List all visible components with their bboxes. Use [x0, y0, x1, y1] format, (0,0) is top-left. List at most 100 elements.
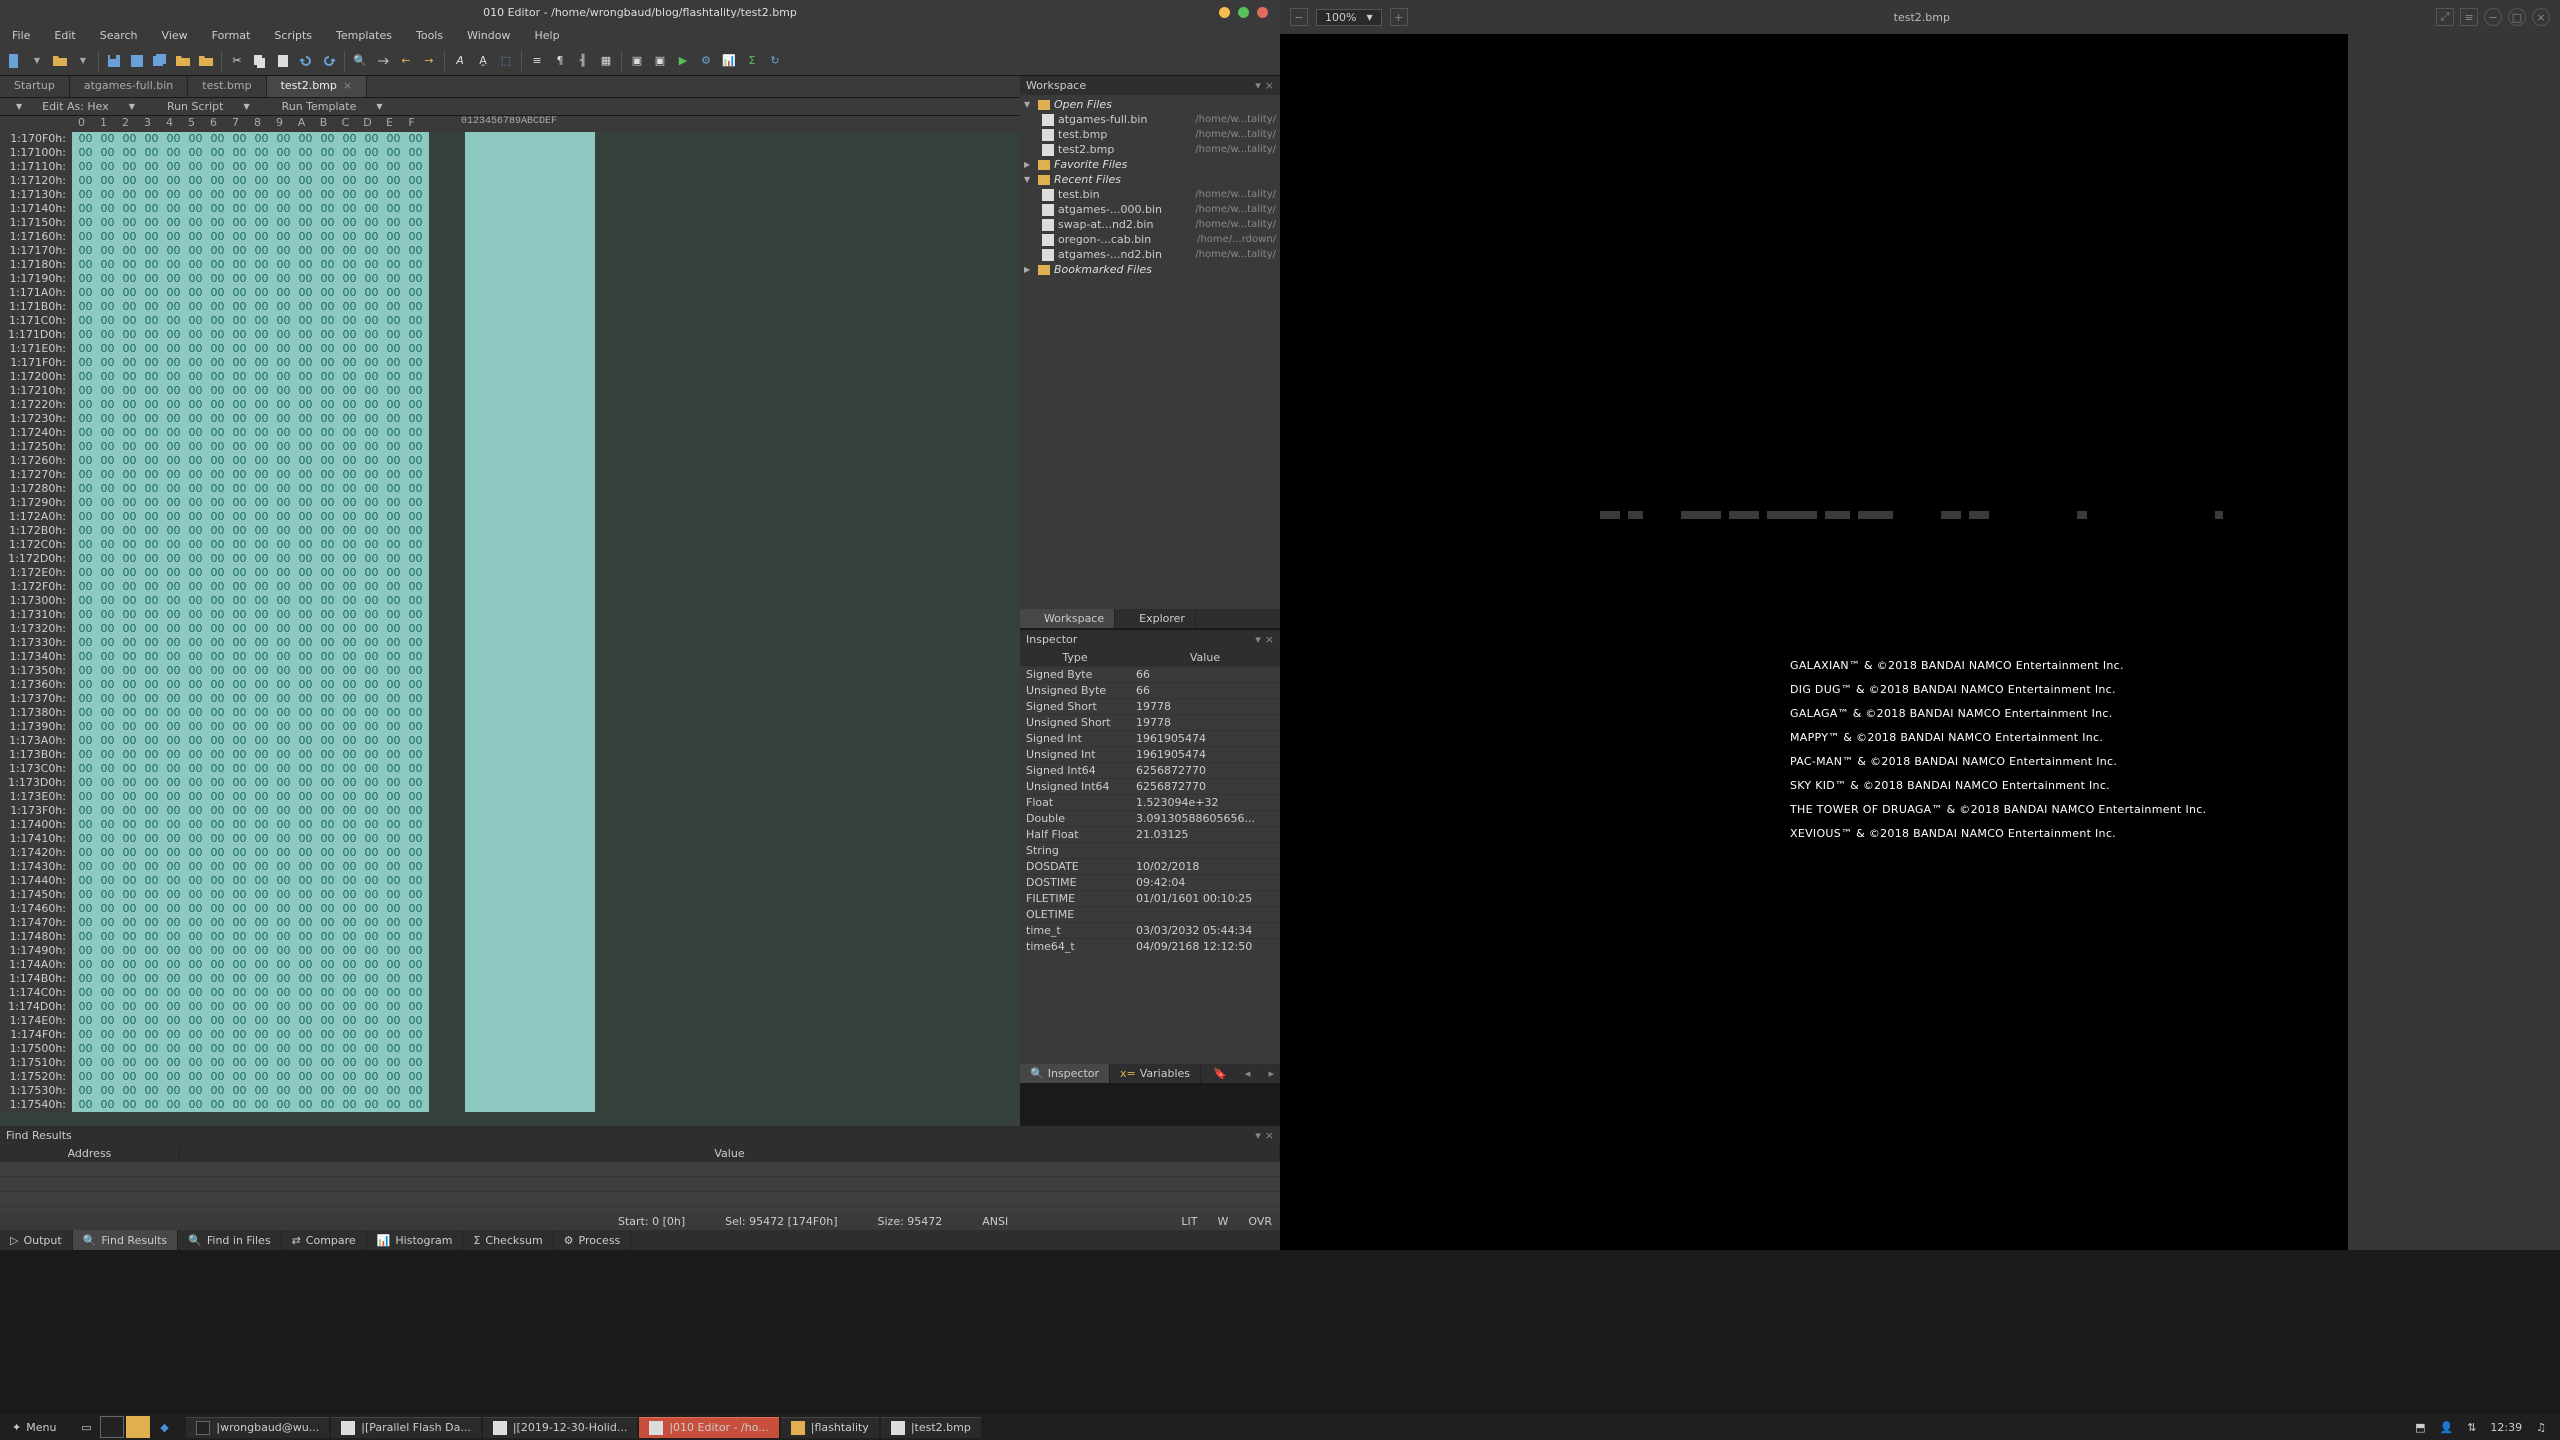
file-tab[interactable]: test2.bmp× — [267, 76, 368, 97]
open-folder-icon[interactable] — [50, 51, 70, 71]
tray-clock[interactable]: 12:39 — [2490, 1421, 2522, 1434]
menu-window[interactable]: Window — [455, 26, 522, 46]
file-tab[interactable]: test.bmp — [188, 76, 266, 97]
inspector-row[interactable]: OLETIME — [1020, 907, 1280, 923]
taskbar-task[interactable]: |[2019-12-30-Holid... — [483, 1417, 637, 1438]
panel-menu-icon[interactable]: ▾ — [1255, 633, 1261, 646]
inspector-row[interactable]: DOSDATE10/02/2018 — [1020, 859, 1280, 875]
panel-close-icon[interactable]: × — [1265, 1129, 1274, 1142]
inspector-row[interactable]: time64_t04/09/2168 12:12:50 — [1020, 939, 1280, 955]
open-files-node[interactable]: ▼Open Files — [1024, 97, 1276, 112]
highlight-icon[interactable]: A̱ — [473, 51, 493, 71]
inspector-row[interactable]: Float1.523094e+32 — [1020, 795, 1280, 811]
inspector-row[interactable]: Unsigned Int646256872770 — [1020, 779, 1280, 795]
inspector-row[interactable]: FILETIME01/01/1601 00:10:25 — [1020, 891, 1280, 907]
menu-format[interactable]: Format — [200, 26, 263, 46]
terminal-icon[interactable] — [100, 1416, 124, 1438]
inspector-row[interactable]: Unsigned Int1961905474 — [1020, 747, 1280, 763]
out-tab-histogram[interactable]: 📊Histogram — [367, 1230, 464, 1250]
nav-fwd-icon[interactable]: → — [419, 51, 439, 71]
tools-icon[interactable]: ⚙ — [696, 51, 716, 71]
status-mode-w[interactable]: W — [1217, 1215, 1228, 1228]
minimize-button[interactable] — [1219, 7, 1230, 18]
viewer-min-icon[interactable]: − — [2484, 8, 2502, 26]
nav-back-icon[interactable]: ← — [396, 51, 416, 71]
out-tab-checksum[interactable]: ΣChecksum — [463, 1230, 553, 1250]
inspector-row[interactable]: Signed Int646256872770 — [1020, 763, 1280, 779]
inspector-row[interactable]: Signed Short19778 — [1020, 699, 1280, 715]
out-tab-compare[interactable]: ⇄Compare — [282, 1230, 367, 1250]
refresh-icon[interactable]: ↻ — [765, 51, 785, 71]
inspector-row[interactable]: String — [1020, 843, 1280, 859]
file-item[interactable]: test.bin/home/w...tality/ — [1024, 187, 1276, 202]
out-tab-output[interactable]: ▷Output — [0, 1230, 73, 1250]
panel-close-icon[interactable]: × — [1265, 79, 1274, 92]
edit-as-selector[interactable]: ▼Edit As: Hex▼ — [0, 98, 151, 115]
zoom-out-button[interactable]: − — [1290, 8, 1308, 26]
panel-close-icon[interactable]: × — [1265, 633, 1274, 646]
chart-icon[interactable]: 📊 — [719, 51, 739, 71]
viewer-restore-icon[interactable]: ⤢ — [2436, 8, 2454, 26]
menu-help[interactable]: Help — [522, 26, 571, 46]
file-item[interactable]: oregon-...cab.bin/home/...rdown/ — [1024, 232, 1276, 247]
replace-icon[interactable] — [373, 51, 393, 71]
inspector-row[interactable]: Unsigned Short19778 — [1020, 715, 1280, 731]
file-item[interactable]: swap-at...nd2.bin/home/w...tality/ — [1024, 217, 1276, 232]
ruler-icon[interactable]: ╢ — [573, 51, 593, 71]
new-dropdown-icon[interactable]: ▼ — [27, 51, 47, 71]
taskbar-task[interactable]: |[Parallel Flash Da... — [331, 1417, 481, 1438]
run-icon[interactable]: ▶ — [673, 51, 693, 71]
inspector-row[interactable]: Half Float21.03125 — [1020, 827, 1280, 843]
redo-icon[interactable] — [319, 51, 339, 71]
taskbar-task[interactable]: |flashtality — [781, 1417, 879, 1438]
out-tab-process[interactable]: ⚙Process — [554, 1230, 632, 1250]
files-icon[interactable] — [126, 1416, 150, 1438]
file-item[interactable]: atgames-...000.bin/home/w...tality/ — [1024, 202, 1276, 217]
viewer-menu-icon[interactable]: ≡ — [2460, 8, 2478, 26]
out-tab-find-in-files[interactable]: 🔍Find in Files — [178, 1230, 281, 1250]
bookmark-tab-icon[interactable]: 🔖 — [1207, 1064, 1233, 1083]
tray-audio-icon[interactable]: ♫ — [2536, 1421, 2546, 1434]
tabs-left-icon[interactable]: ◂ — [1239, 1064, 1257, 1083]
menu-edit[interactable]: Edit — [42, 26, 87, 46]
maximize-button[interactable] — [1238, 7, 1249, 18]
workspace-tab[interactable]: Workspace — [1020, 609, 1115, 628]
search-icon[interactable]: 🔍 — [350, 51, 370, 71]
panel-menu-icon[interactable]: ▾ — [1255, 79, 1261, 92]
taskbar-task[interactable]: |wrongbaud@wu... — [186, 1417, 329, 1438]
viewer-canvas[interactable]: GALAXIAN™ & ©2018 BANDAI NAMCO Entertain… — [1280, 34, 2348, 1250]
explorer-tab[interactable]: Explorer — [1115, 609, 1196, 628]
wrap-icon[interactable]: ▦ — [596, 51, 616, 71]
menu-file[interactable]: File — [0, 26, 42, 46]
hex-body[interactable]: 1:170F0h:0000000000000000000000000000000… — [0, 132, 1020, 1112]
file-item[interactable]: test.bmp/home/w...tality/ — [1024, 127, 1276, 142]
inspector-row[interactable]: Unsigned Byte66 — [1020, 683, 1280, 699]
inspector-row[interactable]: Signed Byte66 — [1020, 667, 1280, 683]
open-dropdown-icon[interactable]: ▼ — [73, 51, 93, 71]
undo-icon[interactable] — [296, 51, 316, 71]
panel-menu-icon[interactable]: ▾ — [1255, 1129, 1261, 1142]
viewer-max-icon[interactable]: □ — [2508, 8, 2526, 26]
file-tab[interactable]: Startup — [0, 76, 70, 97]
taskbar-task[interactable]: |test2.bmp — [881, 1417, 981, 1438]
tab-close-icon[interactable]: × — [343, 79, 352, 92]
close-button[interactable] — [1257, 7, 1268, 18]
menu-scripts[interactable]: Scripts — [262, 26, 324, 46]
inspector-row[interactable]: Double3.09130588605656... — [1020, 811, 1280, 827]
run-script-selector[interactable]: Run Script▼ — [151, 98, 266, 115]
taskbar-task[interactable]: |010 Editor - /ho... — [639, 1417, 778, 1438]
checksum-icon[interactable]: Σ — [742, 51, 762, 71]
align-left-icon[interactable]: ≡ — [527, 51, 547, 71]
copy-icon[interactable] — [250, 51, 270, 71]
status-mode-ovr[interactable]: OVR — [1248, 1215, 1272, 1228]
start-menu-button[interactable]: ✦ Menu — [0, 1421, 68, 1434]
save-all-icon[interactable] — [150, 51, 170, 71]
file-item[interactable]: test2.bmp/home/w...tality/ — [1024, 142, 1276, 157]
inspector-tab[interactable]: 🔍Inspector — [1020, 1064, 1110, 1083]
status-encoding[interactable]: ANSI — [982, 1215, 1008, 1228]
cut-icon[interactable]: ✂ — [227, 51, 247, 71]
browser-icon[interactable]: ◆ — [152, 1416, 176, 1438]
recent-files-node[interactable]: ▼Recent Files — [1024, 172, 1276, 187]
project-folder-icon[interactable] — [196, 51, 216, 71]
favorite-files-node[interactable]: ▶Favorite Files — [1024, 157, 1276, 172]
